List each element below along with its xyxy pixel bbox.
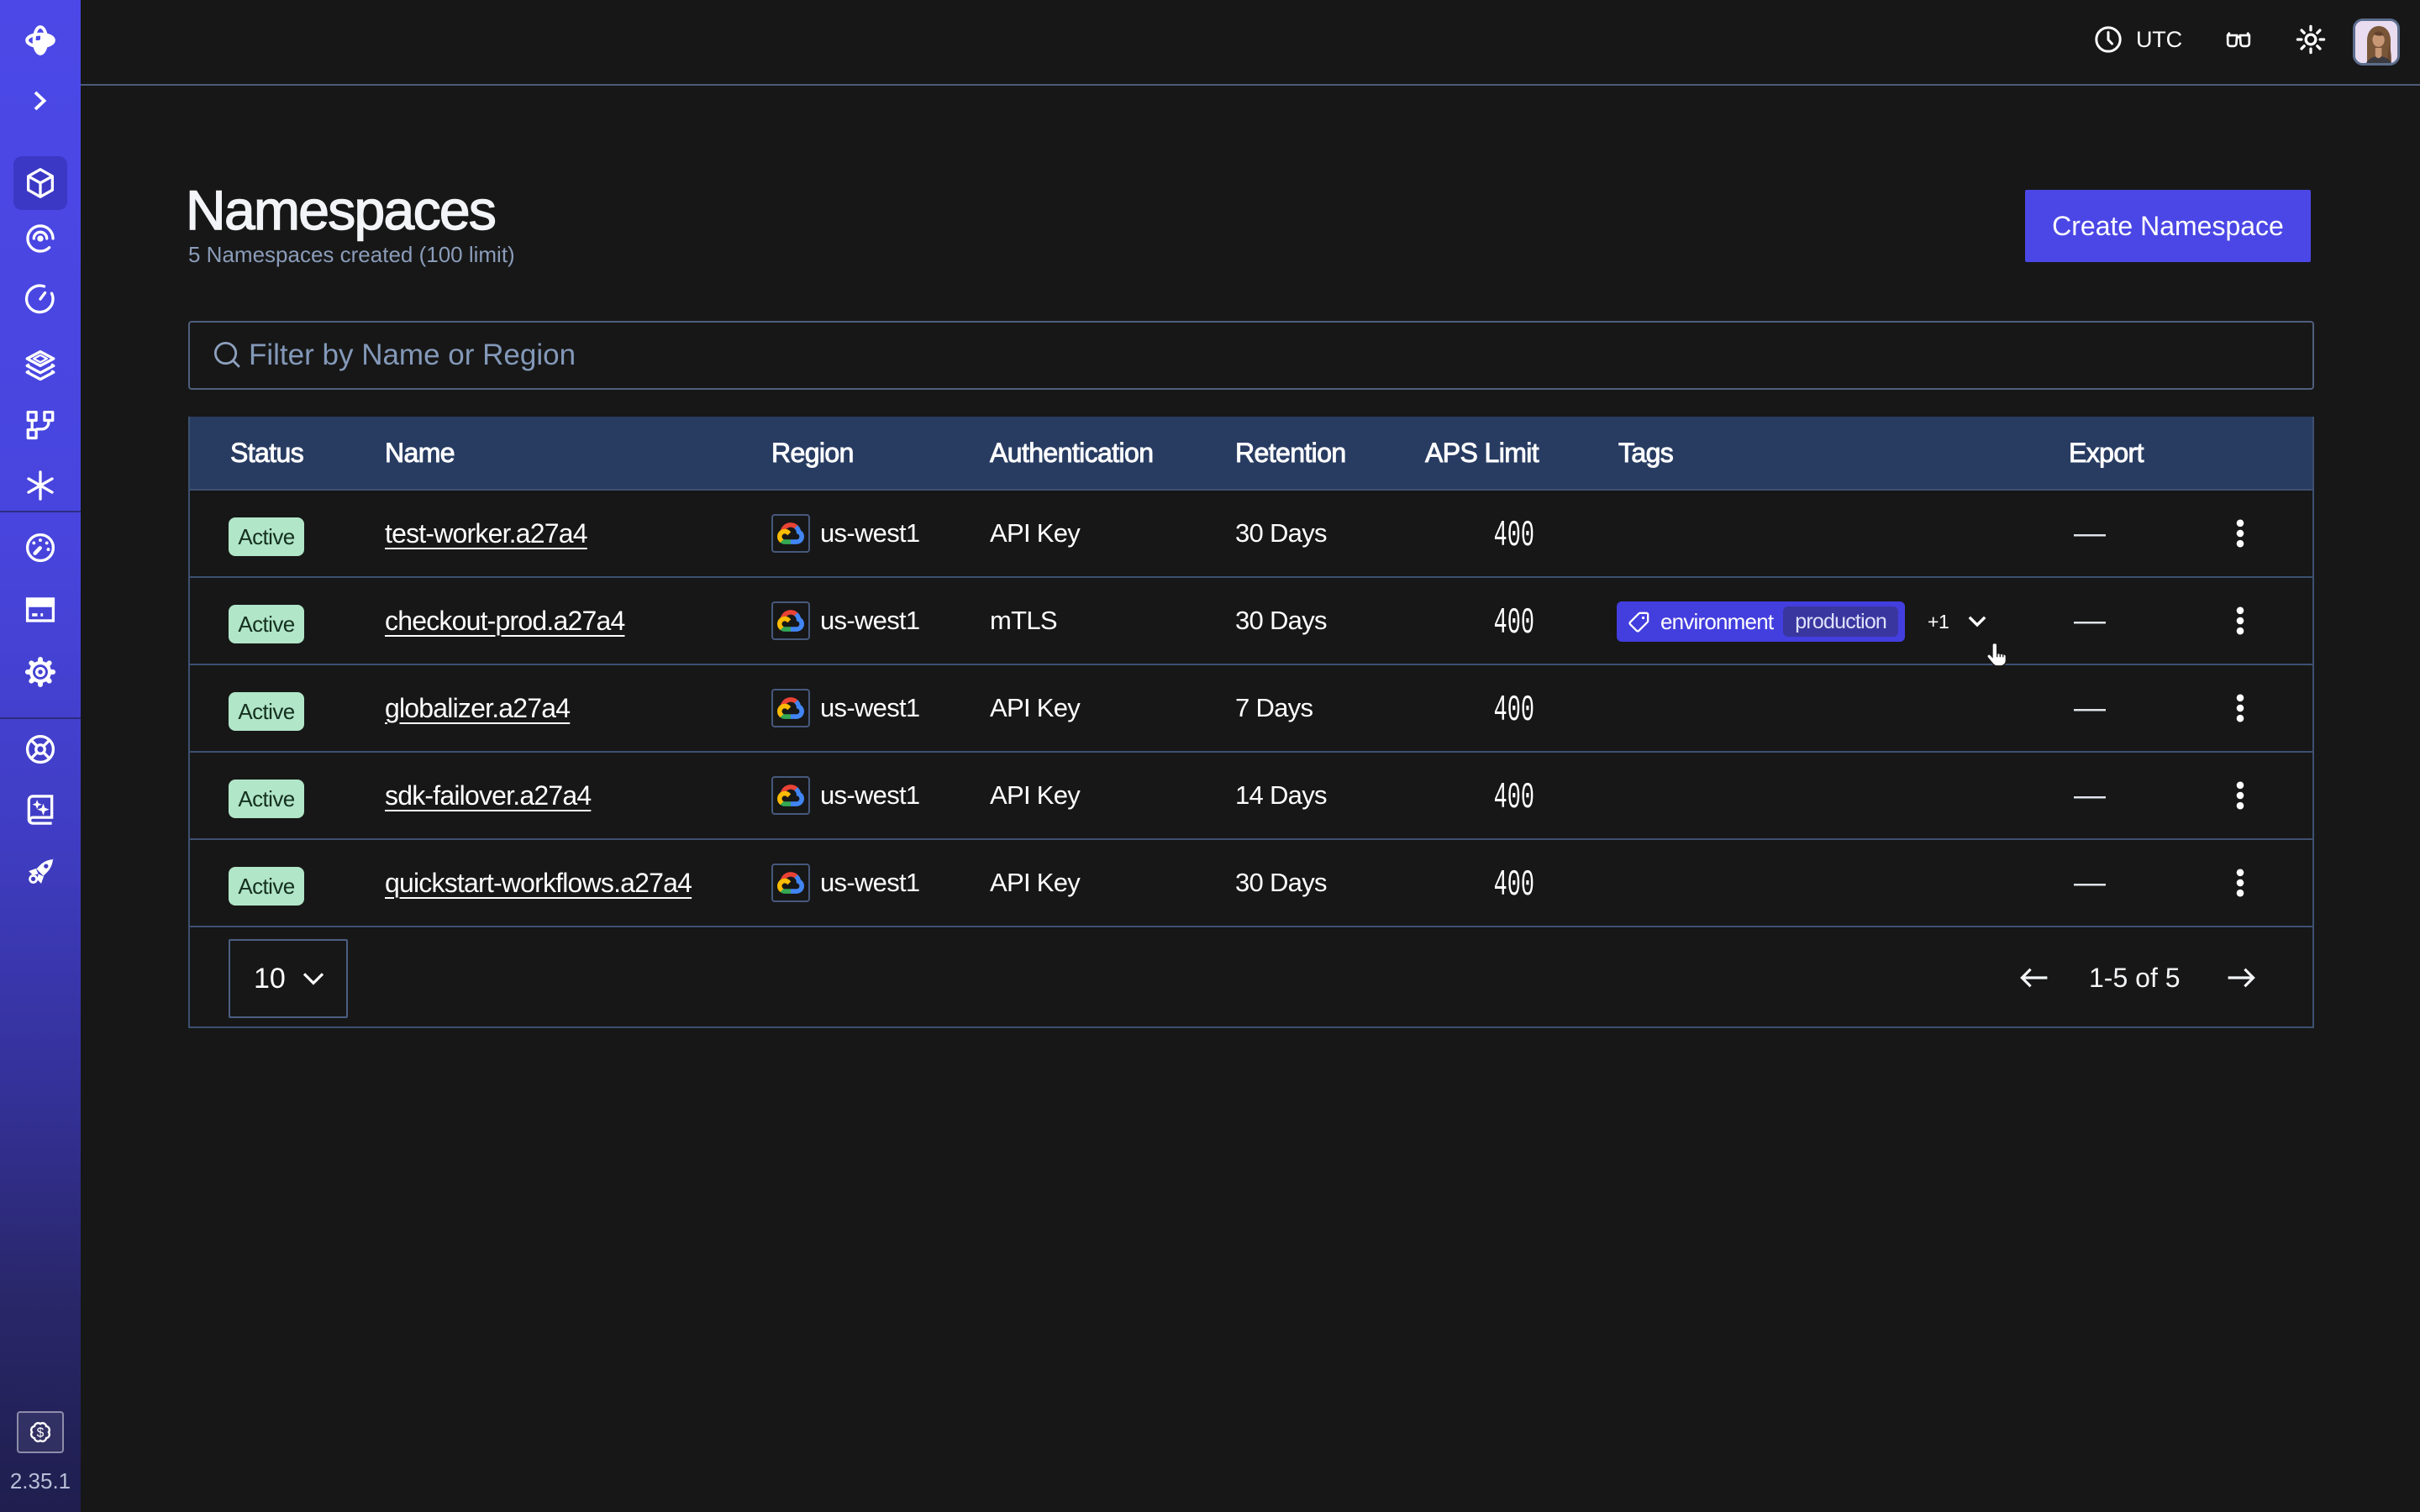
svg-text:$: $ [37,1425,45,1440]
